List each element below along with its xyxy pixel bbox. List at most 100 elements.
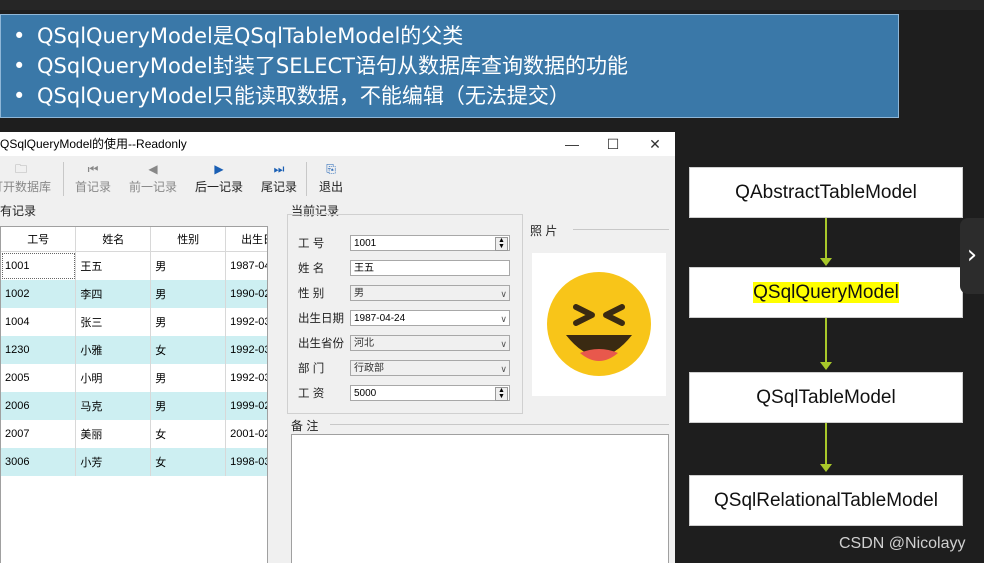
table-cell[interactable]: 男 (150, 392, 227, 420)
table-cell[interactable]: 马克 (75, 392, 152, 420)
name-field[interactable]: 王五 (350, 260, 510, 276)
table-cell[interactable]: 李四 (75, 280, 152, 308)
bullet-item: • QSqlQueryModel封装了SELECT语句从数据库查询数据的功能 (13, 54, 628, 78)
chevron-right-icon: › (966, 240, 978, 270)
birth-label: 出生日期 (298, 313, 344, 325)
table-row[interactable]: 2007美丽女2001-02- (1, 420, 267, 448)
table-cell[interactable]: 1230 (1, 336, 77, 364)
column-header[interactable]: 性别 (150, 227, 227, 252)
inheritance-arrow (825, 423, 827, 466)
exit-icon: ⎘ (326, 162, 336, 176)
toolbar: 🗀 打开数据库 ⏮ 首记录 ◀ 前一记录 ▶ 后一记录 ⏭ 尾记录 ⎘ 退出 (0, 156, 675, 200)
next-slide-button[interactable]: › (960, 218, 984, 294)
table-cell[interactable]: 男 (150, 364, 227, 392)
table-cell[interactable]: 男 (150, 308, 227, 336)
table-cell[interactable]: 小明 (75, 364, 152, 392)
window-title: QSqlQueryModel的使用--Readonly (0, 137, 187, 151)
name-label: 姓 名 (298, 263, 325, 275)
top-strip (0, 0, 984, 10)
table-row[interactable]: 1002李四男1990-02- (1, 280, 267, 308)
table-cell[interactable]: 3006 (1, 448, 77, 476)
toolbar-separator (63, 162, 64, 196)
table-cell[interactable]: 1992-03- (225, 308, 267, 336)
province-label: 出生省份 (298, 338, 344, 350)
bullet-item: • QSqlQueryModel只能读取数据，不能编辑（无法提交） (13, 84, 570, 108)
table-cell[interactable]: 王五 (75, 251, 152, 280)
table-row[interactable]: 1001王五男1987-04- (1, 251, 267, 280)
table-cell[interactable]: 2007 (1, 420, 77, 448)
table-cell[interactable]: 2001-02- (225, 420, 267, 448)
table-row[interactable]: 1230小雅女1992-03- (1, 336, 267, 364)
table-row[interactable]: 1004张三男1992-03- (1, 308, 267, 336)
class-box: QSqlQueryModel (689, 267, 963, 318)
exit-button[interactable]: ⎘ 退出 (314, 160, 348, 195)
table-cell[interactable]: 男 (150, 251, 227, 280)
spin-arrows-icon[interactable]: ▲ ▼ (495, 387, 508, 401)
table-cell[interactable]: 女 (150, 336, 227, 364)
column-header[interactable]: 工号 (1, 227, 77, 252)
table-row[interactable]: 2005小明男1992-03- (1, 364, 267, 392)
salary-spinbox[interactable]: 5000 ▲ ▼ (350, 385, 510, 401)
current-record-form: 工 号 1001 ▲ ▼ 姓 名 王五 性 别 男 ∨ 出生日期 1987-04-24… (287, 214, 523, 414)
bullet-item: • QSqlQueryModel是QSqlTableModel的父类 (13, 24, 464, 48)
app-window: QSqlQueryModel的使用--Readonly — ☐ ✕ 🗀 打开数据… (0, 132, 675, 563)
chevron-down-icon: ∨ (500, 364, 507, 374)
table-cell[interactable]: 1990-02- (225, 280, 267, 308)
column-header[interactable]: 出生日期 (225, 227, 267, 252)
table-cell[interactable]: 1998-03- (225, 448, 267, 476)
table-row[interactable]: 2006马克男1999-02- (1, 392, 267, 420)
salary-label: 工 资 (298, 388, 325, 400)
table-cell[interactable]: 1002 (1, 280, 77, 308)
divider (330, 424, 669, 425)
table-cell[interactable]: 1001 (1, 251, 77, 280)
spin-arrows-icon[interactable]: ▲ ▼ (495, 237, 508, 251)
table-cell[interactable]: 小雅 (75, 336, 152, 364)
table-cell[interactable]: 1992-03- (225, 336, 267, 364)
province-select[interactable]: 河北 ∨ (350, 335, 510, 351)
prev-record-button[interactable]: ◀ 前一记录 (126, 160, 180, 195)
column-header[interactable]: 姓名 (75, 227, 152, 252)
first-record-button[interactable]: ⏮ 首记录 (72, 160, 114, 195)
table-cell[interactable]: 1987-04- (225, 251, 267, 280)
table-cell[interactable]: 张三 (75, 308, 152, 336)
table-cell[interactable]: 1004 (1, 308, 77, 336)
last-icon: ⏭ (273, 162, 285, 176)
table-row[interactable]: 3006小芳女1998-03- (1, 448, 267, 476)
slide-bullet-box: • QSqlQueryModel是QSqlTableModel的父类 • QSqlQ… (0, 14, 899, 118)
first-icon: ⏮ (87, 162, 99, 176)
table-cell[interactable]: 2005 (1, 364, 77, 392)
note-label: 备 注 (291, 419, 319, 433)
chevron-down-icon: ∨ (500, 289, 507, 299)
note-textarea[interactable] (291, 434, 669, 563)
class-box: QSqlRelationalTableModel (689, 475, 963, 526)
minimize-button[interactable]: — (552, 132, 592, 156)
gender-label: 性 别 (298, 288, 325, 300)
records-table[interactable]: 工号 姓名 性别 出生日期 1001王五男1987-04- 1002李四男199… (0, 226, 268, 563)
id-label: 工 号 (298, 238, 325, 250)
table-cell[interactable]: 女 (150, 420, 227, 448)
dept-select[interactable]: 行政部 ∨ (350, 360, 510, 376)
id-spinbox[interactable]: 1001 ▲ ▼ (350, 235, 510, 251)
open-db-button[interactable]: 🗀 打开数据库 (0, 160, 52, 195)
table-cell[interactable]: 女 (150, 448, 227, 476)
next-icon: ▶ (214, 162, 224, 176)
last-record-button[interactable]: ⏭ 尾记录 (258, 160, 300, 195)
table-cell[interactable]: 美丽 (75, 420, 152, 448)
close-button[interactable]: ✕ (635, 132, 675, 156)
table-cell[interactable]: 1999-02- (225, 392, 267, 420)
watermark: CSDN @Nicolayy (839, 535, 966, 552)
table-cell[interactable]: 小芳 (75, 448, 152, 476)
next-record-button[interactable]: ▶ 后一记录 (192, 160, 246, 195)
table-cell[interactable]: 1992-03- (225, 364, 267, 392)
inheritance-arrow (825, 218, 827, 260)
table-cell[interactable]: 男 (150, 280, 227, 308)
gender-select[interactable]: 男 ∨ (350, 285, 510, 301)
next-record-label: 后一记录 (194, 180, 243, 194)
first-record-label: 首记录 (74, 180, 111, 194)
class-box: QAbstractTableModel (689, 167, 963, 218)
birth-date-picker[interactable]: 1987-04-24 ∨ (350, 310, 510, 326)
laughing-emoji-icon (547, 272, 651, 376)
maximize-button[interactable]: ☐ (593, 132, 633, 156)
table-cell[interactable]: 2006 (1, 392, 77, 420)
last-record-label: 尾记录 (260, 180, 297, 194)
